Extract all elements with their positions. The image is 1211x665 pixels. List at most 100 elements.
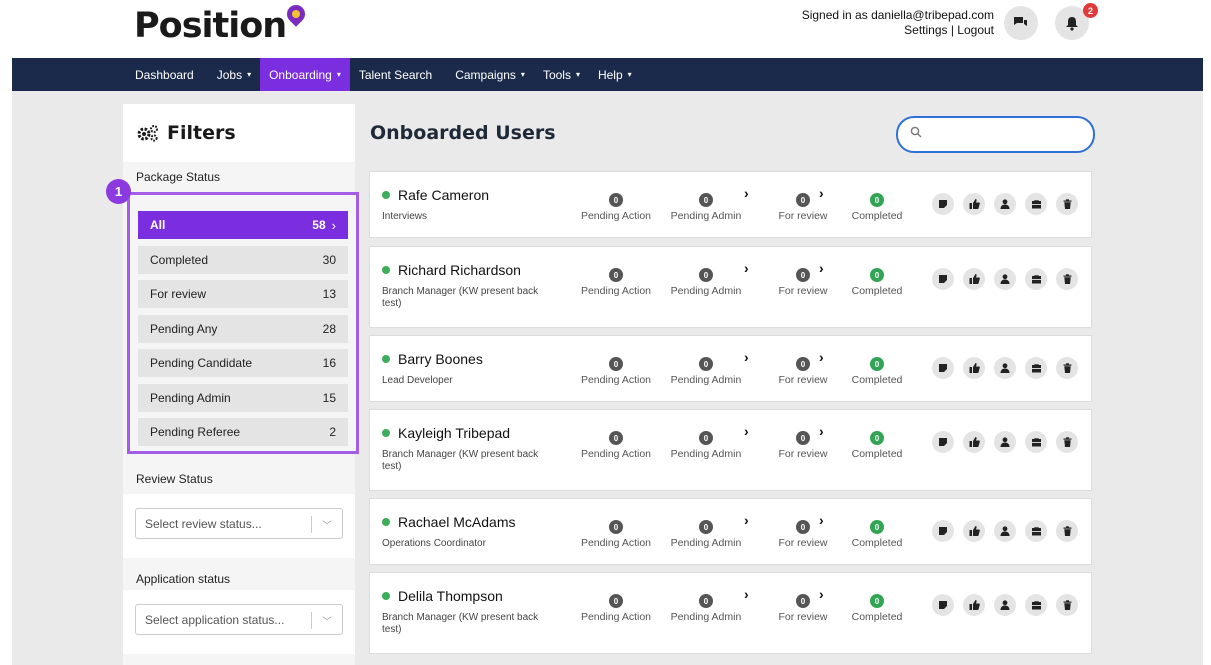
thumbs-up-button[interactable] [963, 357, 985, 379]
user-button[interactable] [994, 431, 1016, 453]
chevron-right-icon: › [819, 586, 824, 602]
chevron-down-icon: ▾ [247, 70, 252, 79]
briefcase-button[interactable] [1025, 431, 1047, 453]
user-name[interactable]: Richard Richardson [382, 262, 521, 278]
trash-icon [1063, 600, 1072, 610]
user-card[interactable]: Rafe Cameron Interviews 0 Pending Action 0 Pe… [369, 171, 1092, 238]
user-card[interactable]: Delila Thompson Branch Manager (KW presen… [369, 572, 1092, 654]
thumbs-up-button[interactable] [963, 431, 985, 453]
nav-tools[interactable]: Tools ▾ [534, 58, 589, 91]
chevron-down-icon: ﹀ [322, 617, 332, 628]
nav-campaigns[interactable]: Campaigns ▾ [446, 58, 534, 91]
user-role: Branch Manager (KW present back test) [382, 449, 539, 472]
trash-button[interactable] [1056, 193, 1078, 215]
nav-onboarding[interactable]: Onboarding ▾ [260, 58, 350, 91]
nav-dashboard[interactable]: Dashboard [126, 58, 208, 91]
thumbs-up-button[interactable] [963, 268, 985, 290]
trash-button[interactable] [1056, 520, 1078, 542]
user-name[interactable]: Kayleigh Tribepad [382, 425, 510, 441]
stage-label: Completed [851, 537, 903, 549]
settings-link[interactable]: Settings [904, 23, 947, 37]
stage-label: Pending Admin [670, 448, 742, 460]
thumbs-up-button[interactable] [963, 193, 985, 215]
trash-button[interactable] [1056, 431, 1078, 453]
thumbs-up-icon [969, 199, 980, 209]
note-button[interactable] [932, 357, 954, 379]
filter-pending-referee[interactable]: Pending Referee 2 [138, 418, 348, 446]
briefcase-button[interactable] [1025, 268, 1047, 290]
note-button[interactable] [932, 594, 954, 616]
user-role: Branch Manager (KW present back test) [382, 286, 539, 309]
user-button[interactable] [994, 268, 1016, 290]
review-status-select[interactable]: Select review status... ﹀ [135, 508, 343, 539]
stage-count: 0 [796, 268, 810, 282]
user-button[interactable] [994, 357, 1016, 379]
thumbs-up-button[interactable] [963, 520, 985, 542]
review-status-section: Select review status... ﹀ [123, 494, 355, 558]
filters-title: Filters [123, 104, 355, 162]
chevron-down-icon: ▾ [627, 70, 632, 79]
thumbs-up-button[interactable] [963, 594, 985, 616]
stage-for-review: 0 For review [761, 520, 845, 549]
briefcase-button[interactable] [1025, 193, 1047, 215]
user-card[interactable]: Rachael McAdams Operations Coordinator 0 Pe… [369, 498, 1092, 565]
stage-completed: 0 Completed [835, 357, 919, 386]
user-button[interactable] [994, 594, 1016, 616]
search-input[interactable] [896, 116, 1095, 153]
note-icon [938, 274, 948, 284]
briefcase-button[interactable] [1025, 520, 1047, 542]
stage-count: 0 [870, 520, 884, 534]
stage-pending-action: 0 Pending Action [574, 594, 658, 623]
nav-talent-search[interactable]: Talent Search [350, 58, 446, 91]
briefcase-button[interactable] [1025, 594, 1047, 616]
stage-for-review: 0 For review [761, 193, 845, 222]
select-divider [311, 612, 312, 629]
briefcase-button[interactable] [1025, 357, 1047, 379]
nav-help[interactable]: Help ▾ [589, 58, 641, 91]
stage-count: 0 [699, 520, 713, 534]
user-name[interactable]: Rafe Cameron [382, 187, 489, 203]
nav-jobs[interactable]: Jobs ▾ [208, 58, 260, 91]
user-card[interactable]: Kayleigh Tribepad Branch Manager (KW pres… [369, 409, 1092, 491]
filter-all[interactable]: All 58 › [138, 211, 348, 239]
chevron-right-icon: › [819, 512, 824, 528]
user-button[interactable] [994, 193, 1016, 215]
user-card[interactable]: Barry Boones Lead Developer 0 Pending Actio… [369, 335, 1092, 402]
note-button[interactable] [932, 193, 954, 215]
user-card[interactable]: Richard Richardson Branch Manager (KW pre… [369, 246, 1092, 328]
filter-pending-candidate[interactable]: Pending Candidate 16 [138, 349, 348, 377]
stage-count: 0 [796, 594, 810, 608]
user-name[interactable]: Rachael McAdams [382, 514, 516, 530]
note-button[interactable] [932, 268, 954, 290]
application-status-select[interactable]: Select application status... ﹀ [135, 604, 343, 635]
stage-label: Completed [851, 285, 903, 297]
messages-button[interactable] [1004, 6, 1038, 40]
trash-button[interactable] [1056, 594, 1078, 616]
stage-count: 0 [870, 594, 884, 608]
stage-count: 0 [870, 193, 884, 207]
thumbs-up-icon [969, 274, 980, 284]
stage-label: For review [778, 374, 828, 386]
logout-link[interactable]: Logout [957, 23, 994, 37]
filter-pending-admin[interactable]: Pending Admin 15 [138, 383, 348, 412]
filter-completed[interactable]: Completed 30 [138, 245, 348, 274]
position-logo[interactable]: Position [134, 1, 309, 46]
trash-button[interactable] [1056, 357, 1078, 379]
filter-for-review[interactable]: For review 13 [138, 280, 348, 308]
stage-label: For review [778, 611, 828, 623]
user-role: Lead Developer [382, 375, 453, 386]
trash-icon [1063, 199, 1072, 209]
stage-pending-admin: 0 Pending Admin [664, 431, 748, 460]
user-button[interactable] [994, 520, 1016, 542]
filter-pending-any[interactable]: Pending Any 28 [138, 314, 348, 343]
stage-label: Pending Action [580, 448, 652, 460]
note-button[interactable] [932, 431, 954, 453]
user-name[interactable]: Delila Thompson [382, 588, 503, 604]
user-icon [1000, 437, 1010, 447]
trash-button[interactable] [1056, 268, 1078, 290]
stage-for-review: 0 For review [761, 268, 845, 297]
chevron-down-icon: ▾ [520, 70, 525, 79]
user-name[interactable]: Barry Boones [382, 351, 483, 367]
status-dot [382, 429, 390, 437]
note-button[interactable] [932, 520, 954, 542]
